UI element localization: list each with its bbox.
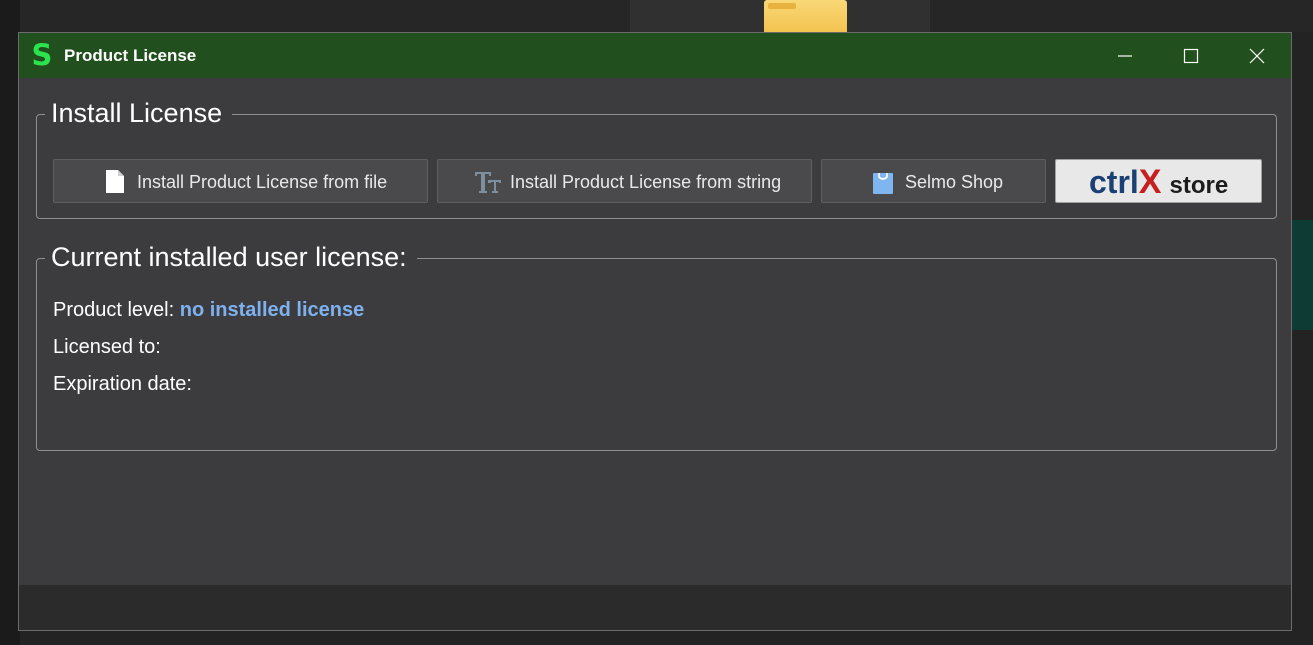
ctrlx-brand-main: ctrl (1089, 164, 1139, 200)
product-level-value: no installed license (179, 299, 365, 321)
window-title: Product License (64, 46, 197, 65)
install-from-file-button[interactable]: Install Product License from file (53, 159, 428, 203)
ctrlx-brand-suffix: store (1169, 172, 1229, 199)
close-icon (1249, 48, 1265, 64)
ctrlx-store-button[interactable]: ctrlX store (1055, 159, 1262, 203)
product-level-row: Product level: no installed license (53, 299, 364, 322)
ctrlx-brand-x: X (1138, 163, 1162, 201)
product-level-label: Product level: (53, 299, 175, 321)
maximize-icon (1183, 48, 1199, 64)
install-license-heading: Install License (45, 96, 233, 130)
minimize-button[interactable] (1092, 33, 1158, 78)
desktop-background-edge (0, 0, 20, 645)
ctrlx-store-logo: ctrlX store (1089, 163, 1228, 202)
install-from-file-label: Install Product License from file (137, 172, 388, 192)
folder-icon[interactable] (764, 0, 847, 32)
current-license-heading: Current installed user license: (45, 240, 417, 274)
install-from-string-button[interactable]: Install Product License from string (437, 159, 812, 203)
selmo-shop-button[interactable]: Selmo Shop (821, 159, 1046, 203)
file-icon (105, 169, 125, 199)
install-license-group: Install License Install Product License … (36, 96, 1277, 219)
expiration-date-row: Expiration date: (53, 373, 192, 396)
close-button[interactable] (1224, 33, 1290, 78)
desktop-background-accent (1292, 220, 1313, 330)
app-logo-icon: S (31, 38, 53, 72)
install-from-string-label: Install Product License from string (510, 172, 782, 192)
shopping-bag-icon (872, 169, 894, 200)
licensed-to-row: Licensed to: (53, 336, 161, 359)
expiration-date-label: Expiration date: (53, 373, 192, 395)
title-bar[interactable]: S Product License (19, 33, 1291, 78)
product-license-window: S Product License Install License Instal… (18, 32, 1292, 631)
status-bar (19, 585, 1291, 630)
maximize-button[interactable] (1158, 33, 1224, 78)
selmo-shop-label: Selmo Shop (905, 172, 1004, 192)
minimize-icon (1118, 55, 1132, 57)
licensed-to-label: Licensed to: (53, 336, 161, 358)
current-license-group: Current installed user license: Product … (36, 240, 1277, 451)
text-icon (474, 170, 502, 199)
